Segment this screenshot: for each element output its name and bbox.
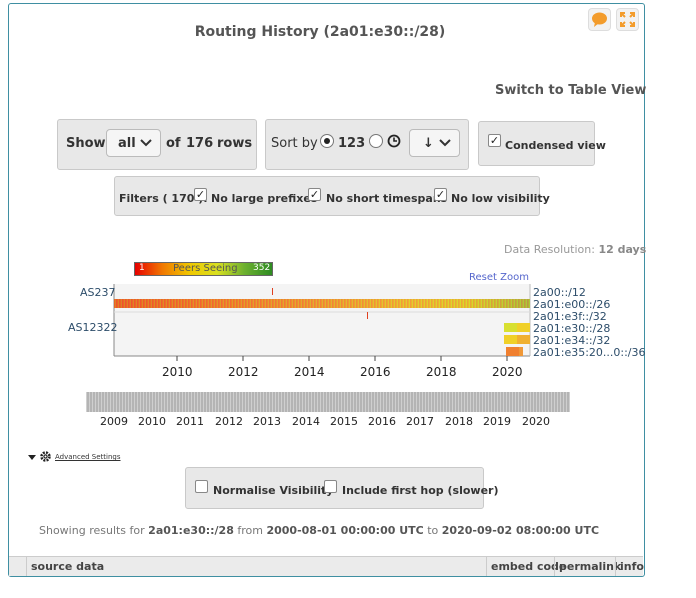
showing-results: Showing results for 2a01:e30::/28 from 2… (39, 524, 599, 537)
reset-zoom-link[interactable]: Reset Zoom (469, 272, 529, 283)
legend-title: Peers Seeing (173, 263, 238, 274)
rows-select-value: all (118, 136, 136, 151)
of-label: of (166, 136, 181, 151)
widget-footer: source data embed code permalink info (9, 556, 644, 576)
prefix-bar[interactable] (367, 312, 368, 319)
brush-year: 2010 (138, 415, 166, 428)
fullscreen-button[interactable] (616, 8, 639, 31)
switch-table-view-link[interactable]: Switch to Table View (495, 83, 646, 98)
include-first-hop-checkbox[interactable] (324, 480, 337, 493)
prefix-bar[interactable] (506, 347, 519, 356)
chevron-down-icon (140, 139, 152, 147)
year-tick: 2018 (426, 365, 457, 379)
chat-bubble-icon (592, 12, 607, 27)
data-resolution-label: Data Resolution: (504, 243, 595, 256)
brush-year: 2019 (483, 415, 511, 428)
showing-prefix-text: Showing results for (39, 524, 145, 537)
row-count: 176 (186, 136, 214, 151)
rows-label: rows (217, 136, 253, 151)
clock-icon (387, 134, 401, 148)
no-low-visibility-checkbox[interactable]: ✓ (434, 188, 447, 201)
year-tick: 2014 (294, 365, 325, 379)
source-data-button[interactable]: source data (26, 557, 108, 576)
legend-min: 1 (139, 263, 145, 273)
year-tick: 2012 (228, 365, 259, 379)
sort-label: Sort by (271, 136, 318, 151)
no-short-timespans-checkbox[interactable]: ✓ (308, 188, 321, 201)
feedback-button[interactable] (588, 8, 611, 31)
no-low-visibility-label: No low visibility (451, 192, 550, 205)
normalise-visibility-label: Normalise Visibility (213, 484, 334, 497)
include-first-hop-label: Include first hop (slower) (342, 484, 499, 497)
showing-start: 2000-08-01 00:00:00 UTC (266, 524, 424, 537)
show-label: Show (66, 136, 106, 151)
brush-year: 2017 (406, 415, 434, 428)
data-resolution: Data Resolution: 12 days (504, 243, 646, 256)
brush-year: 2015 (330, 415, 358, 428)
chevron-down-icon (439, 139, 451, 147)
normalise-visibility-checkbox[interactable] (195, 480, 208, 493)
brush-year: 2018 (445, 415, 473, 428)
brush-year: 2009 (100, 415, 128, 428)
year-tick: 2020 (492, 365, 523, 379)
info-button[interactable]: info (615, 557, 648, 576)
showing-to-text: to (427, 524, 439, 537)
as-label: AS237 (80, 286, 116, 299)
timeline-brush[interactable] (86, 392, 570, 412)
no-large-prefixes-label: No large prefixes (211, 192, 318, 205)
sort-numeric-radio[interactable] (320, 134, 334, 148)
as-label: AS12322 (68, 321, 118, 334)
sort-time-radio[interactable] (369, 134, 383, 148)
rows-select[interactable]: all (106, 129, 161, 157)
sort-direction-value: ↓ (423, 136, 434, 151)
brush-year: 2016 (368, 415, 396, 428)
data-resolution-value: 12 days (598, 243, 647, 256)
condensed-view-checkbox[interactable]: ✓ (488, 134, 501, 147)
prefix-label[interactable]: 2a01:e35:20...0::/36 (533, 346, 646, 359)
showing-end: 2020-09-02 08:00:00 UTC (441, 524, 600, 537)
routing-timeline-chart (113, 284, 531, 361)
showing-resource: 2a01:e30::/28 (148, 524, 234, 537)
advanced-settings-link[interactable]: Advanced Settings (55, 453, 121, 461)
no-short-timespans-label: No short timespans (326, 192, 448, 205)
peers-seeing-legend: 1 Peers Seeing 352 (134, 262, 273, 276)
condensed-view-label: Condensed view (505, 139, 606, 152)
caret-down-icon[interactable] (28, 455, 36, 461)
sort-direction-select[interactable]: ↓ (409, 129, 460, 157)
year-tick: 2016 (360, 365, 391, 379)
year-tick: 2010 (162, 365, 193, 379)
sort-numeric-label: 123 (338, 136, 366, 151)
brush-year: 2012 (215, 415, 243, 428)
brush-year: 2020 (522, 415, 550, 428)
prefix-bar[interactable] (272, 288, 273, 295)
gear-icon[interactable] (39, 450, 52, 463)
brush-year: 2014 (292, 415, 320, 428)
expand-icon (620, 12, 635, 27)
no-large-prefixes-checkbox[interactable]: ✓ (194, 188, 207, 201)
brush-year: 2013 (253, 415, 281, 428)
brush-year: 2011 (176, 415, 204, 428)
widget-title: Routing History (2a01:e30::/28) (194, 24, 446, 40)
legend-max: 352 (253, 263, 271, 273)
showing-from-text: from (237, 524, 263, 537)
